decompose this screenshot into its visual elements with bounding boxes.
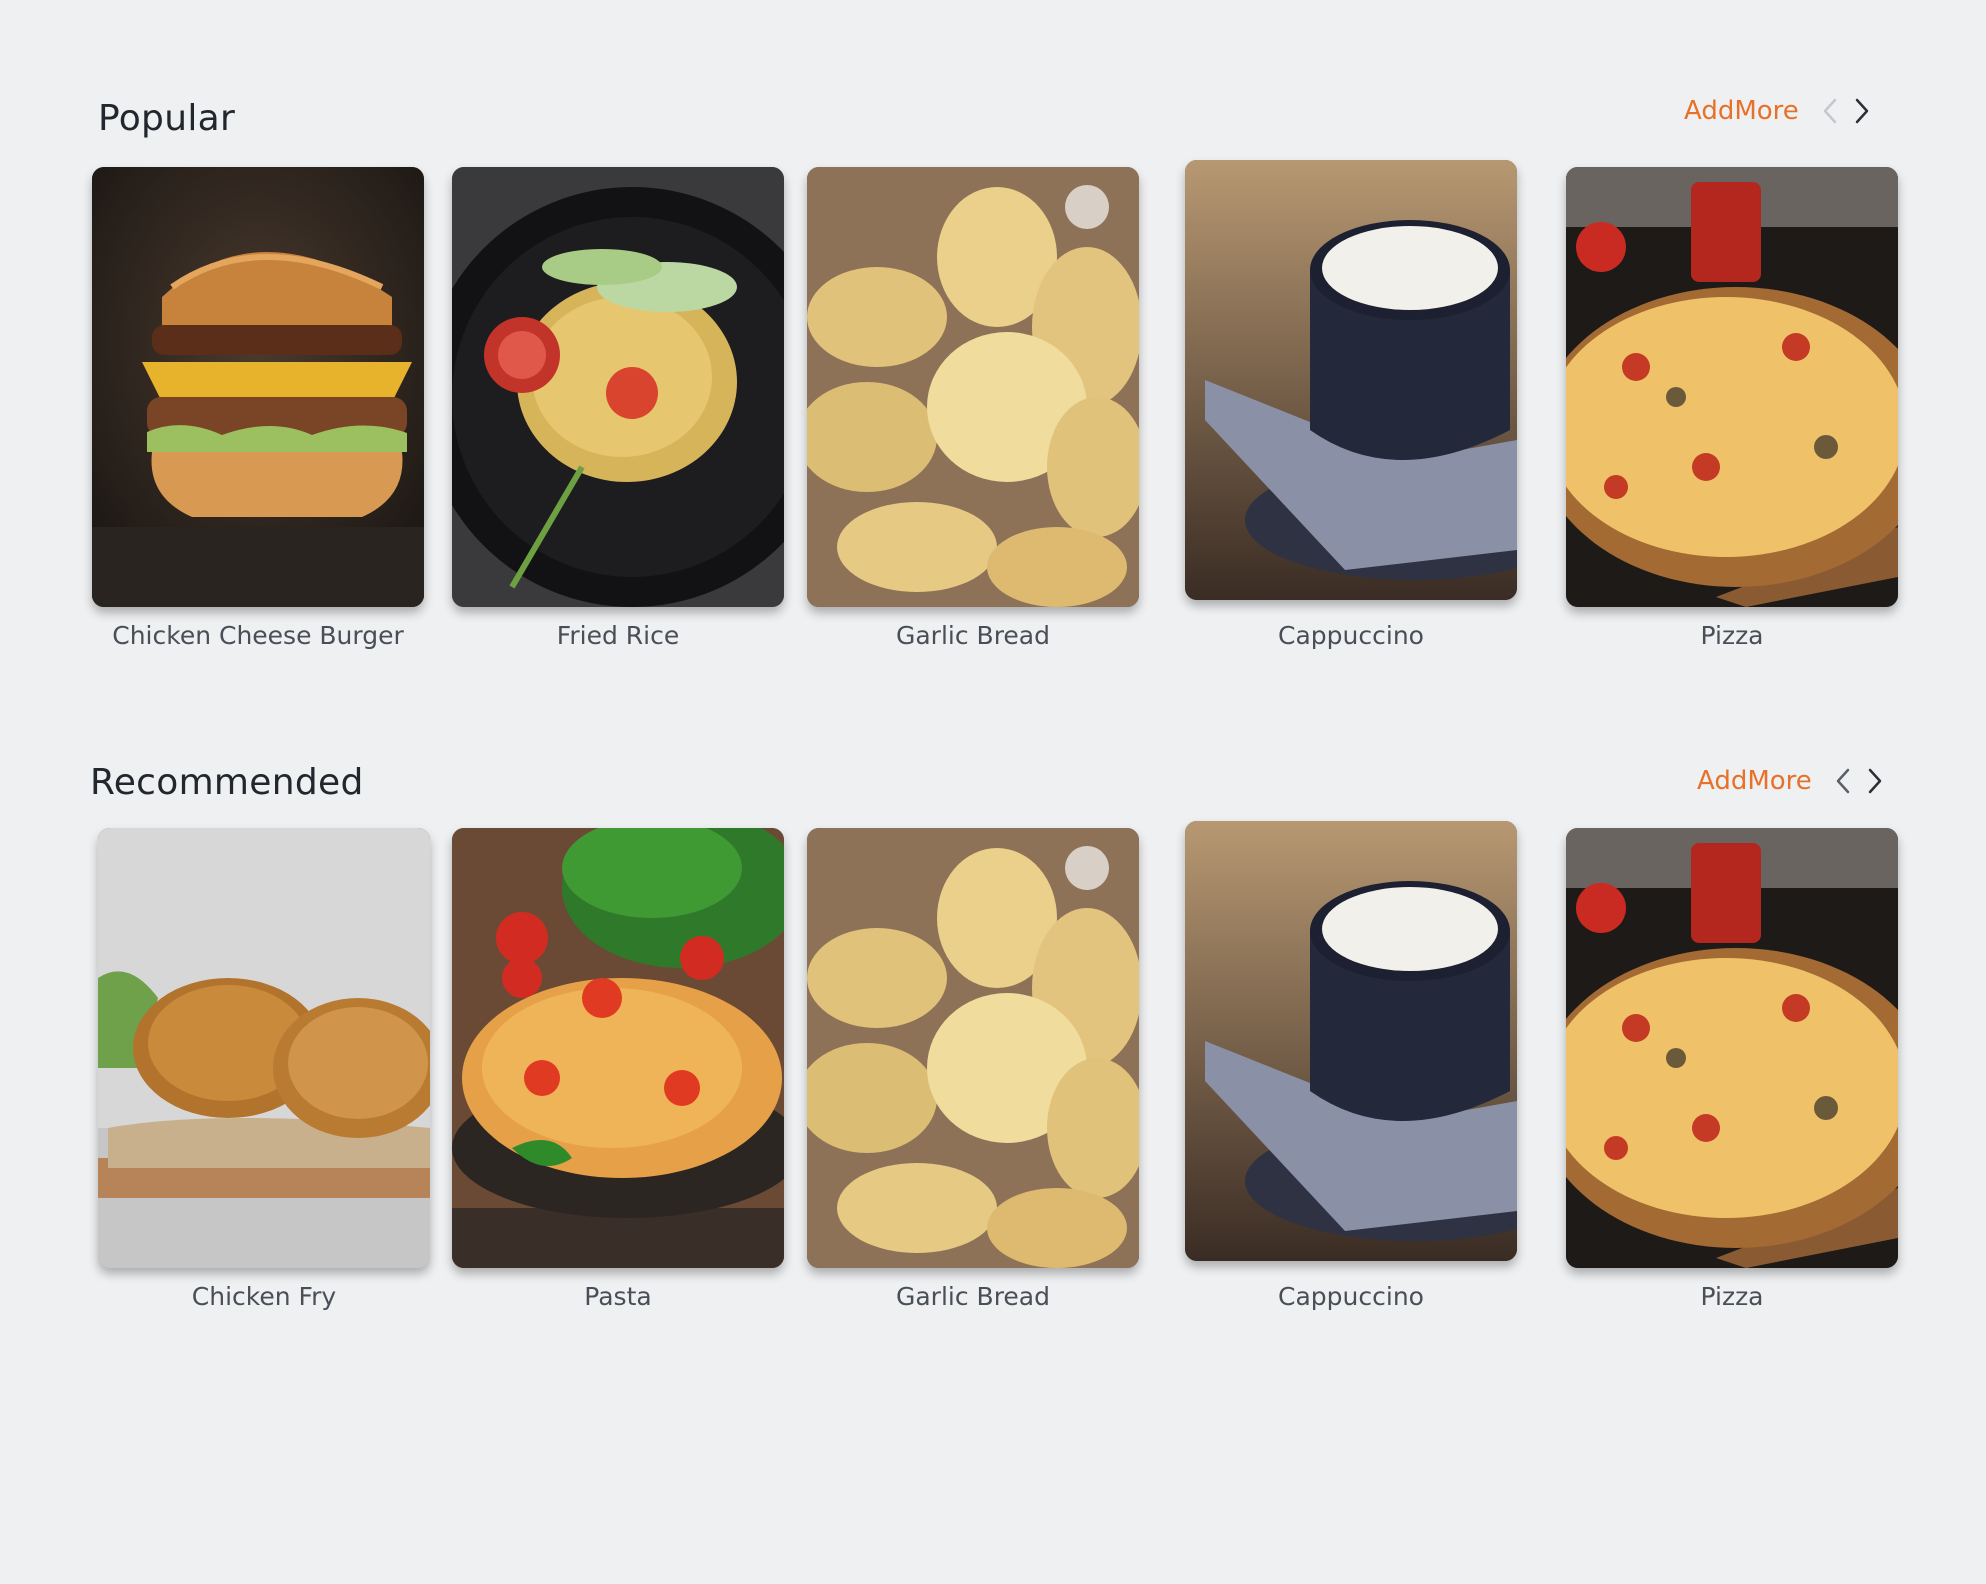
popular-controls: AddMore	[1684, 94, 1873, 128]
food-card[interactable]: Pizza	[1566, 828, 1898, 1314]
food-label: Chicken Fry	[191, 1282, 337, 1311]
food-label: Fried Rice	[556, 621, 680, 650]
food-label: Pasta	[584, 1282, 652, 1311]
food-card[interactable]: Cappuccino	[1185, 160, 1517, 653]
food-image-cappuccino[interactable]	[1185, 821, 1517, 1261]
chevron-right-icon[interactable]	[1851, 94, 1873, 128]
food-label: Pizza	[1700, 1282, 1764, 1311]
food-image-burger[interactable]	[92, 167, 424, 607]
food-card[interactable]: Chicken Fry	[98, 828, 430, 1314]
food-image-pasta[interactable]	[452, 828, 784, 1268]
section-title-recommended: Recommended	[90, 762, 364, 803]
add-more-button[interactable]: AddMore	[1684, 96, 1799, 126]
food-image-pizza[interactable]	[1566, 167, 1898, 607]
food-image-pizza[interactable]	[1566, 828, 1898, 1268]
chevron-left-icon[interactable]	[1832, 764, 1854, 798]
food-label: Chicken Cheese Burger	[112, 621, 404, 650]
food-card[interactable]: Cappuccino	[1185, 821, 1517, 1314]
food-label: Cappuccino	[1278, 1282, 1424, 1311]
add-more-button[interactable]: AddMore	[1697, 766, 1812, 796]
food-card[interactable]: Garlic Bread	[807, 828, 1139, 1314]
food-card[interactable]: Chicken Cheese Burger	[92, 167, 424, 653]
recommended-controls: AddMore	[1697, 764, 1886, 798]
section-title-popular: Popular	[98, 98, 236, 139]
food-label: Cappuccino	[1278, 621, 1424, 650]
food-image-chicken-fry[interactable]	[98, 828, 430, 1268]
food-card[interactable]: Garlic Bread	[807, 167, 1139, 653]
food-image-garlic-bread[interactable]	[807, 828, 1139, 1268]
food-label: Garlic Bread	[895, 1282, 1050, 1311]
food-image-garlic-bread[interactable]	[807, 167, 1139, 607]
food-card[interactable]: Pasta	[452, 828, 784, 1314]
chevron-left-icon[interactable]	[1819, 94, 1841, 128]
food-card[interactable]: Pizza	[1566, 167, 1898, 653]
food-image-cappuccino[interactable]	[1185, 160, 1517, 600]
food-label: Pizza	[1700, 621, 1764, 650]
chevron-right-icon[interactable]	[1864, 764, 1886, 798]
food-card[interactable]: Fried Rice	[452, 167, 784, 653]
food-label: Garlic Bread	[895, 621, 1050, 650]
menu-page: Popular AddMore Chicken Cheese Burger Fr…	[0, 0, 1986, 1584]
food-image-fried-rice[interactable]	[452, 167, 784, 607]
